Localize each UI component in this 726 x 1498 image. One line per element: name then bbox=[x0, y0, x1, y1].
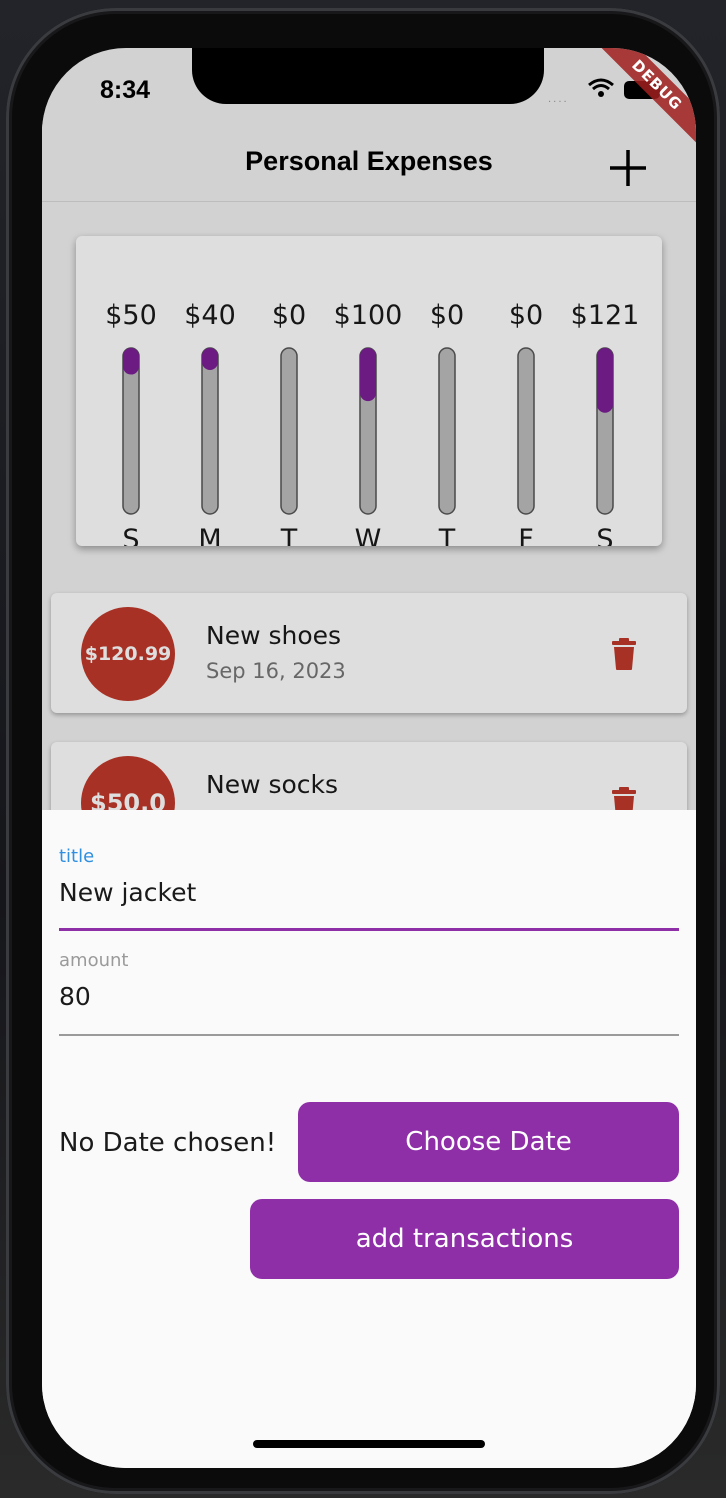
add-transaction-button[interactable]: add transactions bbox=[250, 1199, 679, 1279]
amount-input[interactable]: 80 bbox=[59, 982, 91, 1011]
amount-input-underline bbox=[59, 1034, 679, 1036]
amount-field-label: amount bbox=[59, 950, 129, 971]
modal-scrim[interactable] bbox=[42, 48, 696, 810]
title-field-label: title bbox=[59, 846, 95, 867]
home-indicator[interactable] bbox=[253, 1440, 485, 1448]
phone-frame: Personal Expenses 8:34 .... DEBUG $50 S $4… bbox=[6, 8, 720, 1494]
date-status-text: No Date chosen! bbox=[59, 1128, 277, 1158]
new-transaction-sheet: title New jacket amount 80 No Date chose… bbox=[42, 810, 696, 1468]
app-screen: Personal Expenses 8:34 .... DEBUG $50 S $4… bbox=[42, 48, 696, 1468]
choose-date-button[interactable]: Choose Date bbox=[298, 1102, 679, 1182]
title-input-underline bbox=[59, 928, 679, 931]
title-input[interactable]: New jacket bbox=[59, 878, 196, 907]
